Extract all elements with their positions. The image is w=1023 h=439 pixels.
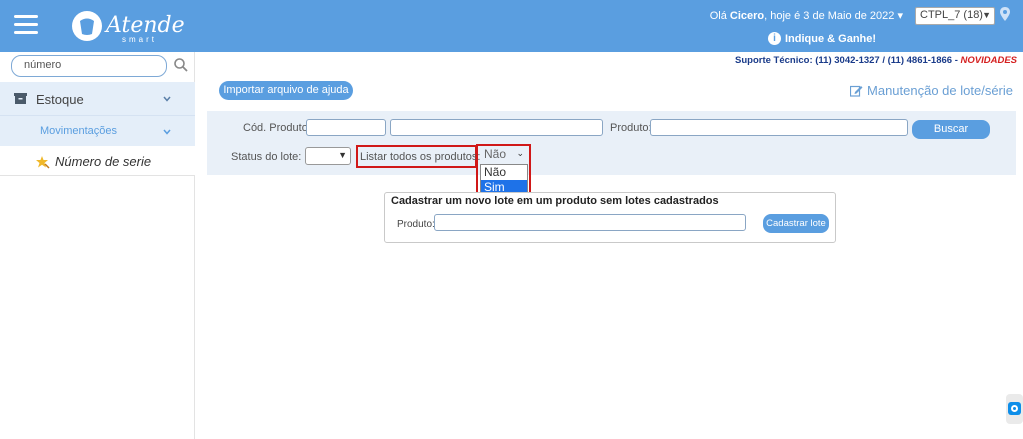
chevron-down-icon: ▼	[982, 10, 991, 20]
sidebar-item-numero-de-serie[interactable]: Número de serie	[0, 146, 195, 176]
greeting-date: , hoje é 3 de Maio de 2022	[764, 10, 895, 22]
indique-ganhe-link[interactable]: i Indique & Ganhe!	[768, 32, 876, 45]
company-select[interactable]: CTPL_7 (18) ▼	[915, 7, 995, 25]
archive-box-icon	[14, 93, 27, 104]
sidebar-item-label: Número de serie	[55, 154, 152, 169]
app-logo[interactable]: Atende smart	[70, 6, 190, 46]
location-pin-icon[interactable]	[1000, 7, 1010, 21]
sidebar-item-estoque[interactable]: Estoque	[0, 82, 195, 115]
edit-icon	[850, 85, 863, 97]
register-lot-panel: Cadastrar um novo lote em um produto sem…	[384, 192, 836, 243]
import-help-file-button[interactable]: Importar arquivo de ajuda	[219, 81, 353, 100]
register-title: Cadastrar um novo lote em um produto sem…	[391, 195, 719, 207]
info-icon: i	[768, 32, 781, 45]
produto-label: Produto:	[610, 122, 652, 134]
register-produto-input[interactable]	[434, 214, 746, 231]
chevron-down-icon	[163, 129, 171, 135]
sidebar-search-input[interactable]: número	[11, 55, 167, 77]
sidebar: número Estoque Movimentações Número de s…	[0, 52, 195, 439]
greeting[interactable]: Olá Cicero, hoje é 3 de Maio de 2022 ▾	[710, 9, 903, 22]
cod-produto-label: Cód. Produto:	[243, 122, 311, 134]
caret-down-icon[interactable]: ▾	[897, 10, 903, 22]
chevron-down-icon: ▼	[338, 150, 347, 160]
sidebar-item-movimentacoes[interactable]: Movimentações	[0, 115, 195, 146]
page-title: Manutenção de lote/série	[850, 83, 1013, 98]
sidebar-item-label: Estoque	[36, 92, 84, 107]
chevron-down-icon	[163, 96, 171, 102]
sparkle-star-icon	[36, 156, 50, 169]
search-icon[interactable]	[174, 58, 188, 72]
listar-todos-label: Listar todos os produtos:	[360, 151, 481, 163]
buscar-button[interactable]: Buscar	[912, 120, 990, 139]
produto-input[interactable]	[650, 119, 908, 136]
indique-label: Indique & Ganhe!	[785, 32, 877, 45]
support-text: Suporte Técnico: (11) 3042-1327 / (11) 4…	[735, 55, 961, 66]
cod-produto-description-input[interactable]	[390, 119, 603, 136]
top-bar: Atende smart Olá Cicero, hoje é 3 de Mai…	[0, 0, 1023, 52]
logo-subtext: smart	[122, 35, 157, 44]
user-name: Cicero	[729, 10, 765, 22]
status-lote-select[interactable]: ▼	[305, 147, 351, 165]
cod-produto-input[interactable]	[306, 119, 386, 136]
company-value: CTPL_7 (18)	[920, 9, 983, 21]
cadastrar-lote-button[interactable]: Cadastrar lote	[763, 214, 829, 233]
register-produto-label: Produto:	[397, 219, 435, 230]
greeting-prefix: Olá	[709, 10, 727, 22]
status-lote-label: Status do lote:	[231, 151, 302, 163]
support-info: Suporte Técnico: (11) 3042-1327 / (11) 4…	[735, 55, 1017, 66]
search-value: número	[24, 59, 62, 71]
chat-support-icon[interactable]	[1006, 394, 1023, 424]
menu-icon[interactable]	[14, 15, 38, 35]
highlight-box	[476, 144, 531, 198]
novidades-link[interactable]: NOVIDADES	[961, 55, 1017, 66]
sidebar-item-label: Movimentações	[40, 125, 118, 137]
page-title-text: Manutenção de lote/série	[867, 83, 1013, 98]
